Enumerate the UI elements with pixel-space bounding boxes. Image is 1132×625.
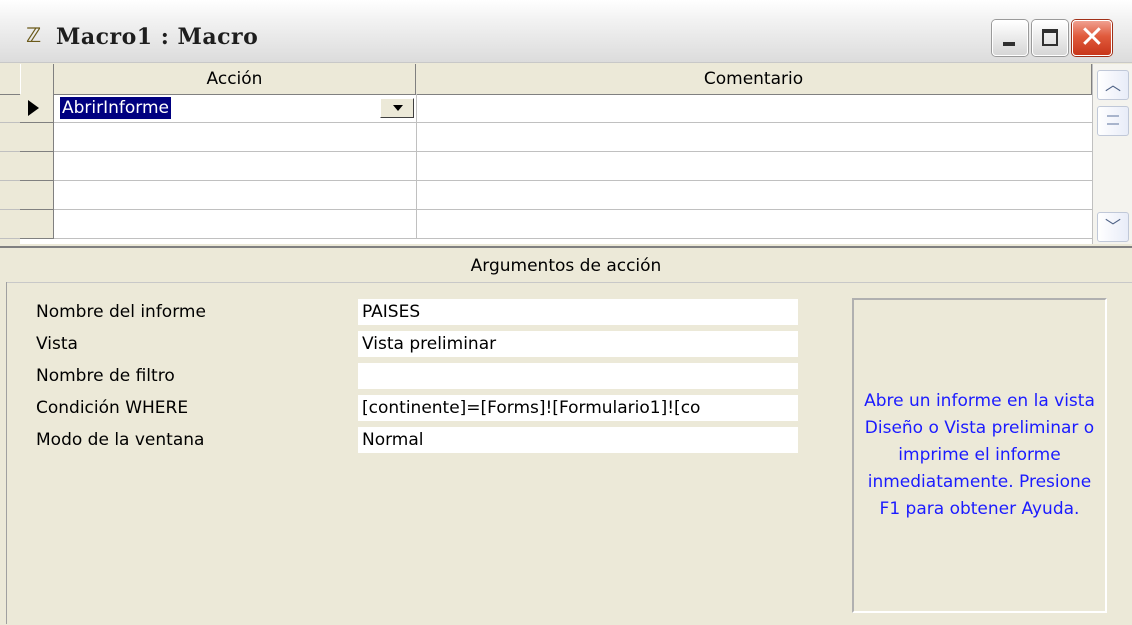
close-icon: ✕: [1079, 20, 1105, 55]
table-row[interactable]: [0, 152, 1092, 181]
window-title: Macro1 : Macro: [56, 24, 259, 50]
table-row[interactable]: [0, 123, 1092, 152]
select-all-corner[interactable]: [20, 64, 54, 94]
column-divider: [416, 181, 417, 210]
help-description-box: Abre un informe en la vista Diseño o Vis…: [852, 298, 1107, 613]
current-row-arrow-icon: [28, 100, 39, 116]
maximize-button[interactable]: [1032, 20, 1068, 56]
where-condition-field[interactable]: [continente]=[Forms]![Formulario1]![co: [358, 395, 798, 421]
minimize-icon: [1003, 42, 1015, 46]
macro-grid: Acción Comentario AbrirInforme ︿ ﹀: [0, 64, 1132, 244]
chevron-down-icon: [393, 105, 403, 111]
prop-label-report-name: Nombre del informe: [36, 302, 206, 322]
column-divider: [416, 123, 417, 152]
row-selector[interactable]: [20, 210, 54, 239]
help-text: Abre un informe en la vista Diseño o Vis…: [864, 391, 1095, 519]
column-header-comentario[interactable]: Comentario: [416, 64, 1092, 94]
chevron-down-icon: ﹀: [1104, 217, 1121, 236]
action-dropdown-button[interactable]: [380, 98, 414, 118]
view-field[interactable]: Vista preliminar: [358, 331, 798, 357]
action-arguments-caption: Argumentos de acción: [0, 246, 1132, 282]
action-cell[interactable]: AbrirInforme: [60, 97, 172, 119]
row-selector[interactable]: [20, 152, 54, 181]
prop-label-view: Vista: [36, 334, 78, 354]
prop-label-window-mode: Modo de la ventana: [36, 430, 205, 450]
table-row[interactable]: [0, 181, 1092, 210]
column-divider: [416, 94, 417, 123]
scroll-down-button[interactable]: ﹀: [1097, 212, 1129, 242]
prop-label-filter-name: Nombre de filtro: [36, 366, 175, 386]
row-selector[interactable]: [20, 94, 54, 123]
scroll-up-button[interactable]: ︿: [1097, 70, 1129, 100]
column-divider: [416, 210, 417, 239]
table-row[interactable]: AbrirInforme: [0, 94, 1092, 123]
filter-name-field[interactable]: [358, 363, 798, 389]
maximize-icon: [1042, 29, 1058, 46]
scroll-thumb[interactable]: [1097, 106, 1129, 136]
panel-left-edge: [0, 282, 7, 624]
chevron-up-icon: ︿: [1104, 75, 1121, 94]
title-bar[interactable]: ℤ Macro1 : Macro ✕: [0, 0, 1132, 63]
row-selector[interactable]: [20, 181, 54, 210]
macro-scroll-icon: ℤ: [26, 23, 42, 47]
prop-label-where-condition: Condición WHERE: [36, 398, 189, 418]
row-selector[interactable]: [20, 123, 54, 152]
column-divider: [416, 152, 417, 181]
vertical-scrollbar[interactable]: ︿ ﹀: [1092, 64, 1132, 244]
table-row[interactable]: [0, 210, 1092, 239]
minimize-button[interactable]: [992, 20, 1028, 56]
close-button[interactable]: ✕: [1072, 20, 1112, 56]
grip-icon: [1107, 115, 1119, 125]
report-name-field[interactable]: PAISES: [358, 299, 798, 325]
window-mode-field[interactable]: Normal: [358, 427, 798, 453]
grid-header: Acción Comentario: [0, 64, 1092, 95]
column-header-accion[interactable]: Acción: [54, 64, 416, 94]
